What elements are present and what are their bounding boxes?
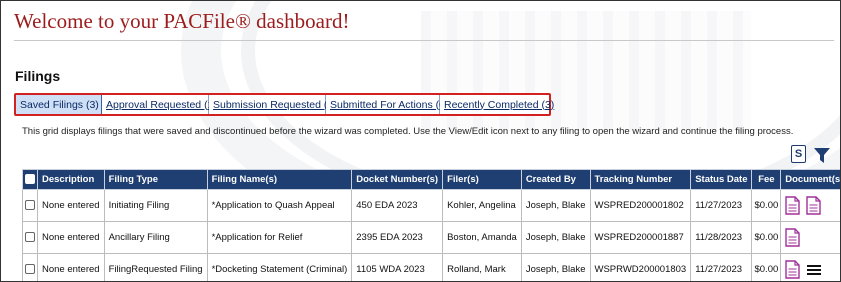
section-title: Filings	[15, 68, 61, 84]
grid-description: This grid displays filings that were sav…	[22, 126, 794, 137]
cell-fee: $0.00	[751, 253, 782, 281]
cell-description: None entered	[37, 189, 105, 222]
filings-table: Description Filing Type Filing Name(s) D…	[22, 169, 840, 281]
tab-submission-requested[interactable]: Submission Requested (0)	[209, 95, 337, 114]
header-description[interactable]: Description	[37, 169, 105, 190]
table-row: None entered Ancillary Filing *Applicati…	[22, 221, 840, 254]
tab-approval-requested[interactable]: Approval Requested (1)	[102, 95, 217, 114]
s-toggle-button[interactable]: S	[791, 145, 806, 163]
row-select-cell	[22, 189, 38, 222]
filter-icon[interactable]	[813, 147, 831, 164]
header-filing-type[interactable]: Filing Type	[103, 169, 208, 190]
cell-description: None entered	[37, 253, 105, 281]
select-all-header	[22, 169, 38, 190]
pdf-document-icon[interactable]	[806, 196, 821, 215]
cell-docket: 2395 EDA 2023	[351, 221, 444, 254]
header-filing-names[interactable]: Filing Name(s)	[206, 169, 353, 190]
cell-tracking: WSPRED200001887	[589, 221, 692, 254]
cell-documents	[780, 189, 840, 222]
cell-filing-names: *Application for Relief	[206, 221, 353, 254]
welcome-title: Welcome to your PACFile® dashboard!	[14, 9, 350, 33]
row-select-cell	[22, 221, 38, 254]
pdf-document-icon[interactable]	[785, 196, 800, 215]
cell-fee: $0.00	[751, 189, 782, 222]
row-checkbox[interactable]	[25, 232, 35, 243]
cell-status-date: 11/28/2023	[690, 221, 753, 254]
tab-recently-completed[interactable]: Recently Completed (3)	[440, 95, 554, 114]
cell-filing-names: *Application to Quash Appeal	[206, 189, 353, 222]
pdf-document-icon[interactable]	[785, 228, 800, 247]
cell-status-date: 11/27/2023	[690, 189, 753, 222]
header-fee[interactable]: Fee	[751, 169, 782, 190]
cell-docket: 450 EDA 2023	[351, 189, 444, 222]
cell-fee: $0.00	[751, 221, 782, 254]
cell-tracking: WSPRWD200001803	[589, 253, 692, 281]
cell-status-date: 11/27/2023	[690, 253, 753, 281]
cell-documents	[780, 221, 840, 254]
cell-filing-type: Ancillary Filing	[103, 221, 208, 254]
cell-tracking: WSPRED200001802	[589, 189, 692, 222]
header-divider	[14, 40, 834, 41]
cell-documents	[780, 253, 840, 281]
header-status-date[interactable]: Status Date	[690, 169, 753, 190]
filings-tabs: Saved Filings (3) Approval Requested (1)…	[14, 93, 554, 116]
table-row: None entered Initiating Filing *Applicat…	[22, 189, 840, 222]
cell-created-by: Joseph, Blake	[520, 253, 591, 281]
header-created-by[interactable]: Created By	[520, 169, 591, 190]
cell-filers: Boston, Amanda	[442, 221, 522, 254]
header-tracking-number[interactable]: Tracking Number	[589, 169, 692, 190]
select-all-checkbox[interactable]	[25, 174, 35, 185]
row-checkbox[interactable]	[25, 264, 35, 275]
tab-submitted-for-actions[interactable]: Submitted For Actions (0)	[326, 95, 448, 114]
header-docket-numbers[interactable]: Docket Number(s)	[351, 169, 444, 190]
pdf-document-icon[interactable]	[785, 260, 800, 279]
table-row: None entered FilingRequested Filing *Doc…	[22, 253, 840, 281]
table-header-row: Description Filing Type Filing Name(s) D…	[22, 169, 840, 190]
dashboard-frame: Welcome to your PACFile® dashboard! Fili…	[0, 0, 841, 282]
cell-created-by: Joseph, Blake	[520, 189, 591, 222]
header-documents: Document(s)	[780, 169, 840, 190]
cell-filing-type: Initiating Filing	[103, 189, 208, 222]
tab-saved-filings[interactable]: Saved Filings (3)	[16, 95, 102, 114]
header-filers[interactable]: Filer(s)	[442, 169, 522, 190]
cell-filing-type: FilingRequested Filing	[103, 253, 208, 281]
cell-filers: Kohler, Angelina	[442, 189, 522, 222]
cell-created-by: Joseph, Blake	[520, 221, 591, 254]
cell-filing-names: *Docketing Statement (Criminal)	[206, 253, 353, 281]
row-checkbox[interactable]	[25, 200, 35, 211]
cell-filers: Rolland, Mark	[442, 253, 522, 281]
cell-docket: 1105 WDA 2023	[351, 253, 444, 281]
cell-description: None entered	[37, 221, 105, 254]
row-select-cell	[22, 253, 38, 281]
menu-icon[interactable]	[806, 264, 822, 276]
